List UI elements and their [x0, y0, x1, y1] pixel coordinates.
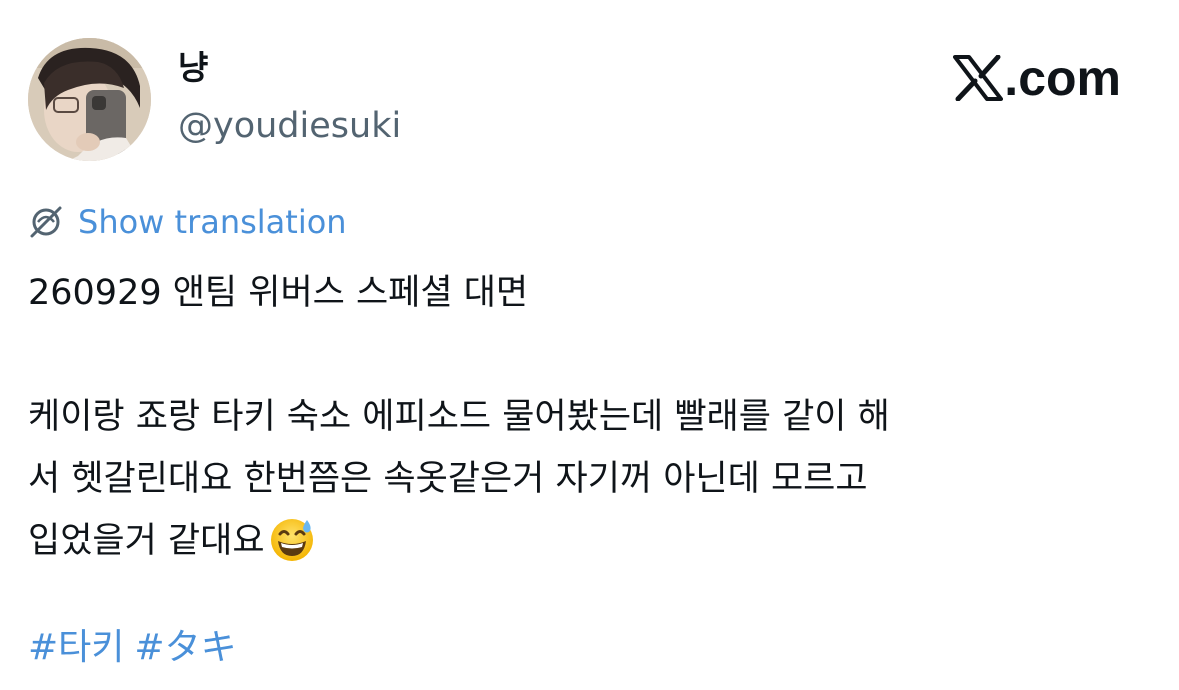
globe-icon	[30, 206, 62, 238]
tweet-line: 서 헷갈린대요 한번쯤은 속옷같은거 자기꺼 아닌데 모르고	[28, 459, 868, 499]
user-handle[interactable]: @youdiesuki	[178, 104, 401, 148]
avatar[interactable]	[28, 38, 151, 161]
display-name[interactable]: 냥	[178, 48, 208, 88]
show-translation-label: Show translation	[78, 203, 347, 241]
brand-label: .com	[1004, 50, 1121, 106]
tweet-line-last: 입었을거 같대요	[28, 510, 890, 572]
show-translation-button[interactable]: Show translation	[28, 200, 347, 244]
hashtag-link[interactable]: #タキ	[134, 627, 236, 668]
tweet-line: 케이랑 죠랑 타키 숙소 에피소드 물어봤는데 빨래를 같이 해	[28, 397, 890, 437]
tweet-line: 260929 앤팀 위버스 스페셜 대면	[28, 273, 529, 313]
tweet-line-text: 입었을거 같대요	[28, 521, 265, 561]
hashtag-row: #타키 #タキ	[28, 618, 247, 678]
grinning-face-with-sweat-emoji	[270, 519, 313, 561]
profile-photo	[28, 38, 151, 161]
brand-logo: .com	[953, 50, 1121, 106]
tweet-body: 260929 앤팀 위버스 스페셜 대면 케이랑 죠랑 타키 숙소 에피소드 물…	[28, 262, 890, 572]
hashtag-link[interactable]: #타키	[28, 627, 124, 668]
x-logo-icon	[953, 55, 1004, 101]
